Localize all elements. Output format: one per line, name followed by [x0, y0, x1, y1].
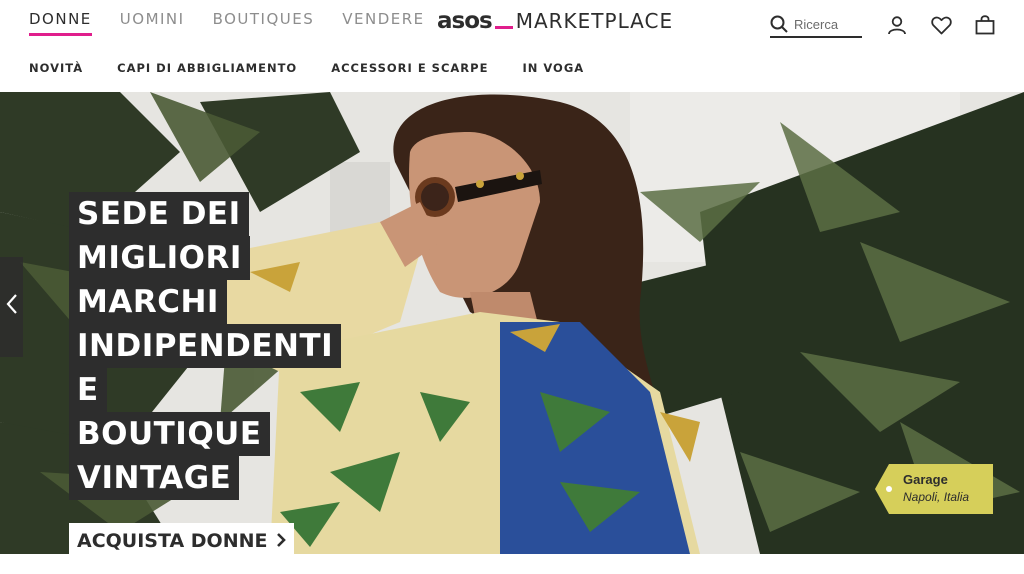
nav-accessori-e-scarpe[interactable]: ACCESSORI E SCARPE [331, 61, 488, 75]
shop-women-button[interactable]: ACQUISTA DONNE [69, 523, 294, 554]
tab-donne[interactable]: DONNE [29, 10, 92, 36]
headline-line: MARCHI [69, 280, 227, 324]
logo-suffix: MARKETPLACE [515, 9, 674, 33]
hero-headline: SEDE DEI MIGLIORI MARCHI INDIPENDENTI E … [69, 192, 342, 500]
boutique-name: Garage [903, 472, 948, 487]
nav-in-voga[interactable]: IN VOGA [522, 61, 584, 75]
headline-line: MIGLIORI [69, 236, 250, 280]
search-icon[interactable] [770, 15, 788, 33]
tab-boutiques[interactable]: BOUTIQUES [213, 10, 315, 31]
chevron-left-icon [6, 293, 18, 321]
headline-line: VINTAGE [69, 456, 240, 500]
boutique-tag[interactable]: Garage Napoli, Italia [875, 464, 993, 514]
search-input[interactable] [794, 16, 860, 32]
heart-icon[interactable] [930, 14, 952, 36]
nav-capi-di-abbigliamento[interactable]: CAPI DI ABBIGLIAMENTO [117, 61, 297, 75]
tab-vendere[interactable]: VENDERE [342, 10, 424, 31]
account-icon[interactable] [886, 14, 908, 36]
carousel-prev-button[interactable] [0, 257, 23, 357]
page-bottom-strip [0, 554, 1024, 574]
headline-line: SEDE DEI [69, 192, 249, 236]
tab-uomini[interactable]: UOMINI [120, 10, 185, 31]
site-header: DONNE UOMINI BOUTIQUES VENDERE asos MARK… [0, 0, 1024, 92]
category-nav: NOVITÀ CAPI DI ABBIGLIAMENTO ACCESSORI E… [29, 61, 618, 75]
logo-brand: asos [437, 8, 493, 34]
search-box [770, 12, 862, 38]
site-logo[interactable]: asos MARKETPLACE [437, 8, 674, 34]
cta-label: ACQUISTA DONNE [77, 530, 268, 552]
nav-novita[interactable]: NOVITÀ [29, 61, 83, 75]
gender-nav: DONNE UOMINI BOUTIQUES VENDERE [29, 10, 453, 36]
boutique-location: Napoli, Italia [903, 490, 970, 504]
chevron-right-icon [276, 529, 286, 553]
headline-line: E [69, 368, 107, 412]
headline-line: BOUTIQUE [69, 412, 270, 456]
bag-icon[interactable] [974, 14, 996, 36]
hero-banner[interactable]: SEDE DEI MIGLIORI MARCHI INDIPENDENTI E … [0, 92, 1024, 554]
logo-accent-bar [494, 26, 513, 29]
headline-line: INDIPENDENTI [69, 324, 342, 368]
